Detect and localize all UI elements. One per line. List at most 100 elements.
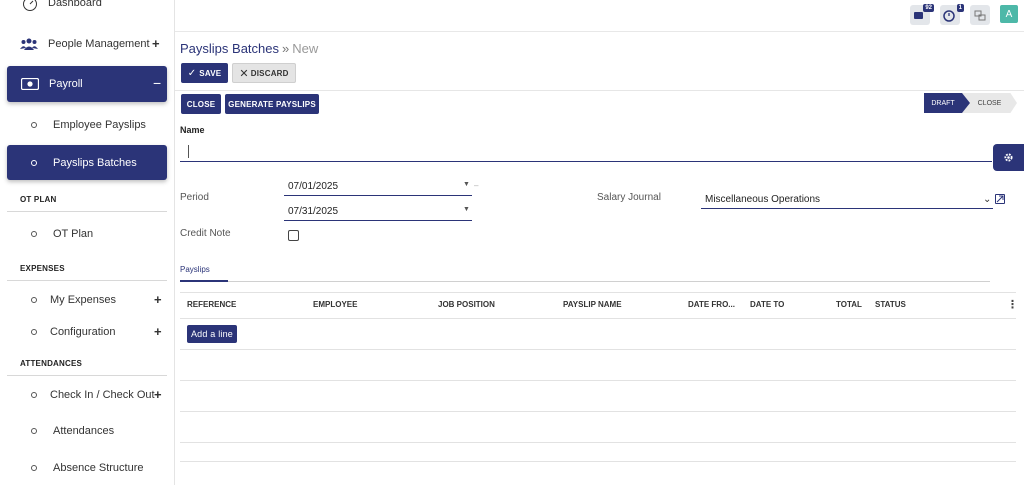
external-link-icon[interactable] [995,194,1005,204]
column-header-total[interactable]: TOTAL [836,300,862,309]
app: Dashboard People Management + Payroll − … [0,0,1024,485]
sidebar-item-configuration[interactable]: Configuration [0,325,175,339]
table-row [180,349,1016,350]
sidebar-item-check-in-out[interactable]: Check In / Check Out [0,388,175,402]
status-close[interactable]: CLOSE [962,93,1017,113]
credit-note-label: Credit Note [180,228,231,239]
bullet-icon [31,122,37,128]
name-label: Name [180,125,205,135]
expand-icon[interactable]: + [154,292,162,307]
credit-note-checkbox[interactable] [288,230,299,241]
salary-journal-label: Salary Journal [597,192,661,203]
breadcrumb-current: New [292,41,319,56]
sidebar-item-my-expenses[interactable]: My Expenses [0,293,175,307]
expand-icon[interactable]: + [154,387,162,402]
expand-icon[interactable]: + [154,324,162,339]
status-draft[interactable]: DRAFT [924,93,962,113]
table-top-border [180,292,1016,293]
save-button[interactable]: ✓ SAVE [181,63,228,83]
chevron-down-icon[interactable]: ▼ [463,181,470,188]
column-header-employee[interactable]: EMPLOYEE [313,300,357,309]
activity-badge: 1 [956,4,964,12]
dashboard-icon [21,0,39,13]
name-input[interactable] [180,142,992,162]
tab-payslips[interactable]: Payslips [180,265,210,274]
avatar[interactable]: A [1000,5,1018,23]
section-ot-plan: OT PLAN [20,195,57,204]
sidebar-item-label: Payslips Batches [53,156,137,169]
sidebar-item-label: Check In / Check Out [50,389,155,401]
column-header-date-to[interactable]: DATE TO [750,300,784,309]
sidebar-item-label: OT Plan [53,228,94,240]
column-header-payslip-name[interactable]: PAYSLIP NAME [563,300,622,309]
divider [7,211,167,212]
sidebar-item-label: Payroll [49,78,83,90]
period-label: Period [180,192,209,203]
sidebar-item-dashboard[interactable]: Dashboard [0,0,175,14]
payroll-icon [21,78,39,90]
period-end-value: 07/31/2025 [288,206,339,217]
expand-icon[interactable]: + [152,36,160,51]
discard-label: DISCARD [250,68,289,78]
period-start-input[interactable]: 07/01/2025 [284,178,472,196]
salary-journal-select[interactable]: Miscellaneous Operations [701,191,993,209]
close-batch-button[interactable]: CLOSE [181,94,221,114]
table-row [180,318,1016,319]
sidebar-item-label: My Expenses [50,294,117,306]
divider [7,375,167,376]
bullet-icon [31,392,37,398]
close-icon: ✕ [239,67,249,80]
add-line-button[interactable]: Add a line [187,325,237,343]
column-options-icon[interactable]: ⋮ [1007,300,1018,311]
period-end-input[interactable]: 07/31/2025 [284,203,472,221]
bullet-icon [31,297,37,303]
sidebar-item-people-management[interactable]: People Management [0,34,175,54]
messages-icon[interactable]: 92 [910,4,934,25]
period-dash: – [474,181,479,190]
topbar: 92 1 A [175,0,1024,32]
breadcrumb: Payslips Batches» New [180,41,318,56]
text-caret [188,145,189,158]
sidebar-item-absence-structure[interactable]: Absence Structure [0,461,175,475]
sidebar-item-ot-plan[interactable]: OT Plan [0,227,175,241]
column-header-status[interactable]: STATUS [875,300,906,309]
sidebar-item-label: Attendances [53,425,115,437]
generate-payslips-button[interactable]: GENERATE PAYSLIPS [225,94,319,114]
messages-badge: 92 [923,4,934,12]
breadcrumb-parent[interactable]: Payslips Batches [180,41,279,56]
sidebar-item-attendances[interactable]: Attendances [0,424,175,438]
sidebar-item-label: People Management [48,38,150,50]
sidebar-item-label: Absence Structure [53,462,144,474]
sidebar-item-label: Employee Payslips [53,119,146,131]
sidebar-item-label: Dashboard [48,0,102,9]
chevron-down-icon[interactable]: ▼ [463,206,470,213]
switch-company-icon[interactable] [970,5,990,25]
check-icon: ✓ [187,67,197,79]
tab-underline [180,281,990,282]
sidebar-item-payslips-batches[interactable]: Payslips Batches [7,145,167,180]
discard-button[interactable]: ✕ DISCARD [232,63,296,83]
column-header-reference[interactable]: REFERENCE [187,300,236,309]
column-header-job-position[interactable]: JOB POSITION [438,300,495,309]
sidebar: Dashboard People Management + Payroll − … [0,0,175,485]
chevron-down-icon[interactable]: ⌄ [983,194,991,205]
period-start-value: 07/01/2025 [288,181,339,192]
settings-tab[interactable] [993,144,1024,171]
bullet-icon [31,428,37,434]
bullet-icon [31,159,37,166]
table-row [180,411,1016,412]
bullet-icon [31,329,37,335]
divider [175,90,1024,91]
sidebar-item-employee-payslips[interactable]: Employee Payslips [0,118,175,132]
sidebar-item-payroll[interactable]: Payroll − [7,66,167,102]
people-icon [20,35,38,53]
gear-icon [1004,153,1013,162]
salary-journal-value: Miscellaneous Operations [705,194,821,205]
table-row [180,380,1016,381]
column-header-date-from[interactable]: DATE FRO... [688,300,735,309]
activity-icon[interactable]: 1 [940,4,964,25]
collapse-icon[interactable]: − [153,75,161,91]
section-expenses: EXPENSES [20,264,65,273]
sidebar-item-label: Configuration [50,326,116,338]
section-attendances: ATTENDANCES [20,359,83,368]
